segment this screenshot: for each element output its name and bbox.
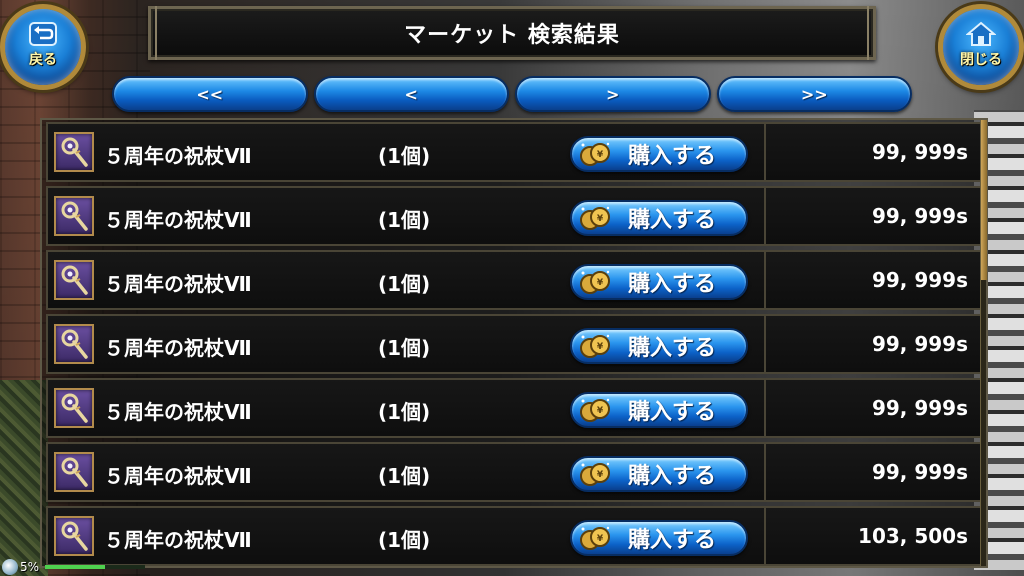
buy-button-label: 購入する <box>628 400 717 425</box>
status-bar: 5% <box>0 558 180 576</box>
staff-icon <box>54 388 94 428</box>
battery-percent: 5% <box>20 560 40 574</box>
item-quantity: (1個) <box>378 400 431 424</box>
progress-bar-fill <box>45 565 106 569</box>
svg-text:¥: ¥ <box>597 406 604 416</box>
buy-button-label: 購入する <box>628 464 717 489</box>
row-divider <box>764 444 766 500</box>
buy-button[interactable]: ¥ 購入する <box>570 456 748 492</box>
staff-icon <box>54 324 94 364</box>
buy-button[interactable]: ¥ 購入する <box>570 200 748 236</box>
row-divider <box>764 380 766 436</box>
buy-button-label: 購入する <box>628 528 717 553</box>
svg-text:¥: ¥ <box>597 278 604 288</box>
buy-button[interactable]: ¥ 購入する <box>570 264 748 300</box>
item-price: 99, 999s <box>871 396 968 420</box>
page-title: マーケット 検索結果 <box>404 23 620 48</box>
coin-icon: ¥ <box>580 142 610 166</box>
return-arrow-icon <box>29 22 57 46</box>
last-page-button[interactable]: >> <box>716 76 912 112</box>
item-price: 99, 999s <box>871 268 968 292</box>
item-price: 103, 500s <box>858 524 968 548</box>
results-list: ５周年の祝杖Ⅶ (1個) ¥ 購入する 99, 999s ５周年の祝杖Ⅶ (1個… <box>40 118 988 568</box>
list-item: ５周年の祝杖Ⅶ (1個) ¥ 購入する 99, 999s <box>46 122 982 182</box>
item-price: 99, 999s <box>871 460 968 484</box>
results-scrollbar[interactable] <box>980 120 987 566</box>
row-divider <box>764 316 766 372</box>
next-page-button[interactable]: > <box>515 76 711 112</box>
close-button-label: 閉じる <box>960 52 1002 68</box>
item-name: ５周年の祝杖Ⅶ <box>104 528 252 552</box>
item-quantity: (1個) <box>378 464 431 488</box>
list-item: ５周年の祝杖Ⅶ (1個) ¥ 購入する 99, 999s <box>46 442 982 502</box>
svg-text:¥: ¥ <box>597 534 604 544</box>
row-divider <box>764 188 766 244</box>
row-divider <box>764 124 766 180</box>
row-divider <box>764 508 766 564</box>
coin-icon: ¥ <box>580 462 610 486</box>
list-item: ５周年の祝杖Ⅶ (1個) ¥ 購入する 99, 999s <box>46 250 982 310</box>
scrollbar-thumb[interactable] <box>981 120 987 280</box>
coin-icon: ¥ <box>580 334 610 358</box>
list-item: ５周年の祝杖Ⅶ (1個) ¥ 購入する 103, 500s <box>46 506 982 566</box>
svg-text:¥: ¥ <box>597 150 604 160</box>
coin-icon: ¥ <box>580 398 610 422</box>
item-quantity: (1個) <box>378 144 431 168</box>
item-name: ５周年の祝杖Ⅶ <box>104 464 252 488</box>
buy-button[interactable]: ¥ 購入する <box>570 392 748 428</box>
buy-button[interactable]: ¥ 購入する <box>570 520 748 556</box>
staff-icon <box>54 196 94 236</box>
list-item: ５周年の祝杖Ⅶ (1個) ¥ 購入する 99, 999s <box>46 186 982 246</box>
item-price: 99, 999s <box>871 204 968 228</box>
progress-bar <box>45 565 146 569</box>
battery-icon <box>2 559 18 575</box>
back-button-label: 戻る <box>29 52 57 68</box>
close-button[interactable]: 閉じる <box>938 4 1024 90</box>
item-quantity: (1個) <box>378 208 431 232</box>
coin-icon: ¥ <box>580 526 610 550</box>
list-item: ５周年の祝杖Ⅶ (1個) ¥ 購入する 99, 999s <box>46 378 982 438</box>
item-name: ５周年の祝杖Ⅶ <box>104 336 252 360</box>
buy-button[interactable]: ¥ 購入する <box>570 136 748 172</box>
item-quantity: (1個) <box>378 336 431 360</box>
item-quantity: (1個) <box>378 272 431 296</box>
item-price: 99, 999s <box>871 140 968 164</box>
buy-button-label: 購入する <box>628 336 717 361</box>
item-name: ５周年の祝杖Ⅶ <box>104 144 252 168</box>
svg-text:¥: ¥ <box>597 342 604 352</box>
staff-icon <box>54 132 94 172</box>
item-price: 99, 999s <box>871 332 968 356</box>
staff-icon <box>54 260 94 300</box>
item-name: ５周年の祝杖Ⅶ <box>104 208 252 232</box>
buy-button-label: 購入する <box>628 208 717 233</box>
staff-icon <box>54 516 94 556</box>
buy-button[interactable]: ¥ 購入する <box>570 328 748 364</box>
svg-text:¥: ¥ <box>597 214 604 224</box>
prev-page-button[interactable]: < <box>313 76 509 112</box>
title-bar: マーケット 検索結果 <box>148 6 876 60</box>
buy-button-label: 購入する <box>628 272 717 297</box>
back-button[interactable]: 戻る <box>0 4 86 90</box>
coin-icon: ¥ <box>580 270 610 294</box>
pagination-bar: << < > >> <box>112 76 912 114</box>
svg-text:¥: ¥ <box>597 470 604 480</box>
row-divider <box>764 252 766 308</box>
item-name: ５周年の祝杖Ⅶ <box>104 400 252 424</box>
item-name: ５周年の祝杖Ⅶ <box>104 272 252 296</box>
coin-icon: ¥ <box>580 206 610 230</box>
first-page-button[interactable]: << <box>112 76 308 112</box>
staff-icon <box>54 452 94 492</box>
item-quantity: (1個) <box>378 528 431 552</box>
home-icon <box>966 21 996 46</box>
list-item: ５周年の祝杖Ⅶ (1個) ¥ 購入する 99, 999s <box>46 314 982 374</box>
buy-button-label: 購入する <box>628 144 717 169</box>
